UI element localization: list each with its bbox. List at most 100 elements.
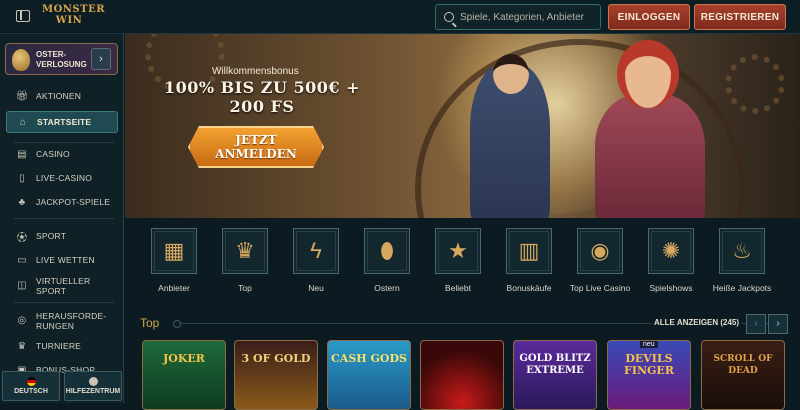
category-bonuskaeufe[interactable]: ▥ Bonuskäufe — [497, 228, 561, 293]
category-top[interactable]: ♛ Top — [213, 228, 277, 293]
sidebar-item-label: TURNIERE — [36, 341, 82, 351]
logo-text: MONSTER WIN — [42, 4, 106, 26]
category-tile: ϟ — [293, 228, 339, 274]
category-label: Heiße Jackpots — [712, 283, 772, 293]
game-tile[interactable] — [420, 340, 504, 410]
category-label: Neu — [308, 283, 324, 293]
hero-character-woman — [595, 94, 705, 218]
virtual-icon: ◫ — [17, 280, 27, 291]
hero-title: 100% BIS ZU 500€ + 200 FS — [163, 78, 360, 116]
category-strip: ▦ Anbieter ♛ Top ϟ Neu ⬮ Ostern ★ Beliebt ▥ Bo… — [140, 228, 780, 308]
chevron-right-icon[interactable]: › — [91, 48, 111, 70]
sidebar-item-label: STARTSEITE — [37, 117, 92, 127]
new-badge: neu — [640, 341, 658, 348]
help-icon — [88, 377, 98, 386]
sidebar-item-casino[interactable]: ▤ CASINO — [6, 144, 118, 164]
star-icon: ★ — [448, 238, 468, 263]
sidebar-item-label: LIVE-CASINO — [36, 173, 93, 183]
category-heisse-jackpots[interactable]: ♨ Heiße Jackpots — [710, 228, 774, 293]
sidebar-bottom-bar: DEUTSCH HILFEZENTRUM — [0, 369, 124, 403]
sidebar-toggle-icon[interactable] — [16, 10, 30, 22]
category-beliebt[interactable]: ★ Beliebt — [426, 228, 490, 293]
fire-icon: ♨ — [732, 238, 752, 263]
sidebar-item-herausforderungen[interactable]: ◎ HERAUSFORDE-RUNGEN — [6, 308, 118, 334]
logo[interactable]: MONSTER WIN — [42, 4, 105, 30]
category-ostern[interactable]: ⬮ Ostern — [355, 228, 419, 293]
divider — [14, 142, 114, 143]
search-icon — [444, 12, 454, 22]
sidebar-item-live-wetten[interactable]: ▭ LIVE WETTEN — [6, 250, 118, 270]
flag-de-icon — [26, 377, 36, 386]
category-label: Ostern — [374, 283, 400, 293]
game-title: DEVILS FINGER — [624, 352, 674, 377]
category-tile: ▥ — [506, 228, 552, 274]
category-anbieter[interactable]: ▦ Anbieter — [142, 228, 206, 293]
category-tile: ♨ — [719, 228, 765, 274]
search-input[interactable] — [460, 11, 600, 23]
register-button[interactable]: REGISTRIEREN — [694, 4, 786, 30]
sidebar-item-aktionen[interactable]: 🎁︎ AKTIONEN — [6, 86, 118, 106]
top-games-header: Top ALLE ANZEIGEN (245) ‹ › — [140, 314, 790, 334]
game-tile[interactable]: CASH GODS — [327, 340, 411, 410]
sidebar-item-startseite[interactable]: ⌂ STARTSEITE — [6, 111, 118, 133]
top-games-carousel: JOKER 3 OF GOLD CASH GODS GOLD BLITZ EXT… — [140, 340, 800, 410]
category-top-live-casino[interactable]: ◉ Top Live Casino — [568, 228, 632, 293]
lightning-icon: ϟ — [310, 238, 322, 263]
cta-line2: ANMELDEN — [215, 147, 297, 161]
live-tv-icon: ▭ — [17, 254, 27, 266]
sidebar-item-jackpot[interactable]: ♣ JACKPOT-SPIELE — [6, 192, 118, 212]
game-title: CASH GODS — [331, 352, 407, 365]
hero-character-woman-head — [617, 40, 679, 108]
divider — [14, 218, 114, 219]
divider — [14, 302, 114, 303]
category-label: Top — [238, 283, 252, 293]
carousel-next-button[interactable]: › — [768, 314, 788, 334]
hero-subtitle: Willkommensbonus — [212, 66, 299, 77]
crown-icon: ♛ — [235, 238, 255, 263]
category-spielshows[interactable]: ✺ Spielshows — [639, 228, 703, 293]
cards-icon: ▯ — [19, 172, 25, 184]
sidebar-item-label: JACKPOT-SPIELE — [36, 197, 111, 207]
chest-icon: ▥ — [518, 238, 540, 263]
language-button[interactable]: DEUTSCH — [2, 371, 60, 401]
sidebar-item-label: AKTIONEN — [36, 91, 82, 101]
challenge-icon: ◎ — [17, 315, 27, 326]
promo-label: OSTER-VERLOSUNG — [36, 50, 87, 69]
category-tile: ★ — [435, 228, 481, 274]
game-tile[interactable]: JOKER — [142, 340, 226, 410]
sidebar-item-label: HERAUSFORDE-RUNGEN — [36, 311, 107, 331]
hero-character-man-head — [493, 54, 529, 94]
sidebar-item-live-casino[interactable]: ▯ LIVE-CASINO — [6, 168, 118, 188]
game-tile[interactable]: 3 OF GOLD — [234, 340, 318, 410]
game-title: GOLD BLITZ EXTREME — [519, 353, 591, 376]
section-title: Top — [140, 316, 160, 330]
chip-crown-icon: ◉ — [590, 238, 610, 263]
sidebar-item-label: VIRTUELLER SPORT — [36, 276, 91, 296]
slot-machine-icon: ▤ — [17, 148, 27, 160]
gift-icon: 🎁︎ — [15, 90, 29, 102]
carousel-prev-button[interactable]: ‹ — [746, 314, 766, 334]
game-tile[interactable]: GOLD BLITZ EXTREME — [513, 340, 597, 410]
sidebar-item-sport[interactable]: ⚽︎ SPORT — [6, 226, 118, 246]
provider-book-icon: ▦ — [163, 238, 185, 263]
category-tile: ♛ — [222, 228, 268, 274]
game-tile[interactable]: neu DEVILS FINGER — [607, 340, 691, 410]
login-button[interactable]: EINLOGGEN — [608, 4, 690, 30]
sidebar-item-turniere[interactable]: ♛ TURNIERE — [6, 336, 118, 356]
ball-icon: ⚽︎ — [16, 232, 28, 244]
sidebar-item-label: LIVE WETTEN — [36, 255, 95, 265]
game-title: SCROLL OF DEAD — [713, 354, 773, 376]
category-tile: ◉ — [577, 228, 623, 274]
easter-raffle-banner[interactable]: OSTER-VERLOSUNG › — [5, 43, 118, 75]
search-box[interactable] — [435, 4, 601, 30]
signup-now-button[interactable]: JETZT ANMELDEN — [188, 126, 324, 168]
see-all-link[interactable]: ALLE ANZEIGEN (245) — [652, 318, 742, 327]
easter-egg-icon — [12, 49, 30, 71]
sidebar-item-virtueller-sport[interactable]: ◫ VIRTUELLER SPORT — [6, 273, 118, 299]
category-neu[interactable]: ϟ Neu — [284, 228, 348, 293]
easter-egg-icon: ⬮ — [380, 238, 394, 263]
sidebar-item-label: SPORT — [36, 231, 67, 241]
help-center-button[interactable]: HILFEZENTRUM — [64, 371, 122, 401]
game-tile[interactable]: SCROLL OF DEAD — [701, 340, 785, 410]
clover-icon: ♣ — [18, 196, 26, 208]
